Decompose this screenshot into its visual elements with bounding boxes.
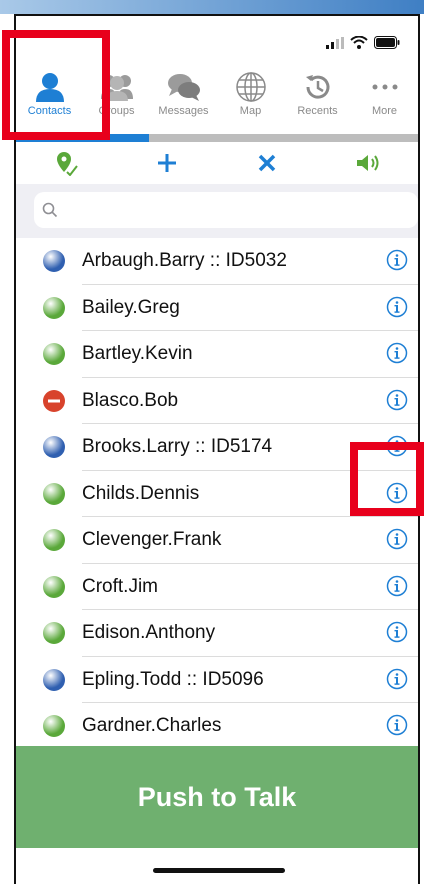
battery-icon — [374, 36, 400, 49]
tab-more[interactable]: More — [351, 70, 418, 126]
speaker-icon — [356, 155, 379, 171]
contact-name: Bartley.Kevin — [82, 343, 193, 365]
status-dot — [43, 622, 65, 645]
search-icon — [42, 202, 58, 218]
contact-row[interactable]: Bailey.Greg — [16, 285, 418, 331]
push-to-talk-button[interactable]: Push to Talk — [16, 746, 418, 848]
status-dot — [43, 343, 65, 366]
contact-row[interactable]: Clevenger.Frank — [16, 517, 418, 564]
contact-name: Croft.Jim — [82, 575, 158, 597]
speaker-button[interactable] — [318, 152, 419, 174]
info-icon[interactable] — [386, 296, 408, 323]
contact-list: Arbaugh.Barry :: ID5032Bailey.GregBartle… — [16, 238, 418, 750]
signal-icon — [326, 36, 344, 49]
tab-label: Map — [239, 105, 262, 117]
home-indicator — [153, 868, 285, 873]
top-strip — [0, 0, 424, 14]
contact-name: Edison.Anthony — [82, 622, 216, 644]
contact-row[interactable]: Croft.Jim — [16, 564, 418, 610]
search-input[interactable] — [34, 192, 418, 228]
contact-name: Epling.Todd :: ID5096 — [82, 668, 264, 690]
search-bar — [16, 184, 418, 238]
info-icon[interactable] — [386, 575, 408, 602]
info-icon[interactable] — [386, 342, 408, 369]
contact-name: Clevenger.Frank — [82, 529, 222, 551]
status-dot — [43, 436, 65, 459]
tab-groups[interactable]: Groups — [83, 70, 150, 126]
status-bar — [16, 16, 418, 64]
contact-row[interactable]: Blasco.Bob — [16, 378, 418, 424]
info-icon[interactable] — [386, 714, 408, 741]
chat-bubbles-icon — [166, 70, 202, 104]
info-icon[interactable] — [386, 482, 408, 509]
contact-row[interactable]: Epling.Todd :: ID5096 — [16, 657, 418, 703]
status-dot — [43, 529, 65, 552]
close-icon — [259, 154, 276, 172]
contact-row[interactable]: Bartley.Kevin — [16, 331, 418, 378]
tab-label: More — [371, 105, 398, 117]
status-dot — [43, 575, 65, 598]
tab-label: Groups — [98, 105, 135, 117]
status-dot — [43, 668, 65, 691]
tab-label: Contacts — [27, 105, 72, 117]
tab-map[interactable]: Map — [217, 70, 284, 126]
contact-name: Childs.Dennis — [82, 482, 200, 504]
wifi-icon — [350, 36, 368, 49]
contact-row[interactable]: Arbaugh.Barry :: ID5032 — [16, 238, 418, 285]
do-not-disturb-icon — [43, 389, 65, 412]
status-dot — [43, 482, 65, 505]
contact-name: Blasco.Bob — [82, 389, 179, 411]
contact-row[interactable]: Edison.Anthony — [16, 610, 418, 657]
info-icon[interactable] — [386, 249, 408, 276]
tab-label: Recents — [297, 105, 338, 117]
contact-name: Brooks.Larry :: ID5174 — [82, 436, 273, 458]
tab-messages[interactable]: Messages — [150, 70, 217, 126]
tab-bar: Contacts Groups Messages Map Recents Mor… — [16, 70, 418, 126]
location-pin-icon — [57, 152, 79, 176]
clear-button[interactable] — [217, 153, 318, 173]
contact-name: Arbaugh.Barry :: ID5032 — [82, 250, 287, 272]
toolbar — [16, 142, 418, 184]
info-icon[interactable] — [386, 389, 408, 416]
contact-row[interactable]: Childs.Dennis — [16, 471, 418, 517]
ellipsis-icon — [371, 70, 399, 104]
info-icon[interactable] — [386, 668, 408, 695]
status-icons — [326, 36, 400, 49]
group-icon — [99, 70, 135, 104]
plus-icon — [157, 154, 176, 172]
location-button[interactable] — [16, 150, 117, 176]
contact-row[interactable]: Brooks.Larry :: ID5174 — [16, 424, 418, 471]
contact-name: Bailey.Greg — [82, 296, 180, 318]
status-dot — [43, 715, 65, 738]
contact-row[interactable]: Gardner.Charles — [16, 703, 418, 750]
info-icon[interactable] — [386, 621, 408, 648]
person-icon — [33, 70, 67, 104]
add-button[interactable] — [117, 152, 218, 174]
status-dot — [43, 250, 65, 273]
tab-indicator-track — [16, 134, 418, 142]
tab-contacts[interactable]: Contacts — [16, 70, 83, 126]
info-icon[interactable] — [386, 435, 408, 462]
info-icon[interactable] — [386, 528, 408, 555]
globe-icon — [235, 70, 267, 104]
tab-recents[interactable]: Recents — [284, 70, 351, 126]
tab-label: Messages — [158, 105, 209, 117]
phone-screen: Contacts Groups Messages Map Recents Mor… — [14, 14, 420, 884]
contact-name: Gardner.Charles — [82, 715, 222, 737]
tab-indicator-active — [16, 134, 149, 142]
status-dot — [43, 296, 65, 319]
history-icon — [302, 70, 334, 104]
